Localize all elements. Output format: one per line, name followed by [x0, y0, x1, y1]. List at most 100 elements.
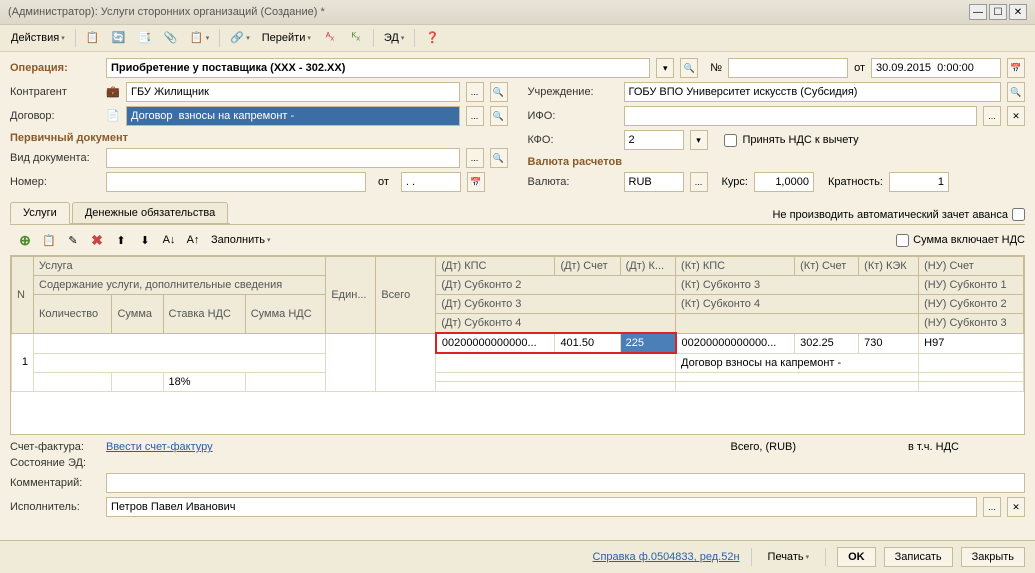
cell-dt-k[interactable]: 225: [620, 333, 675, 353]
fill-menu[interactable]: Заполнить ▾: [206, 231, 276, 249]
comment-input[interactable]: [106, 473, 1025, 493]
table-row[interactable]: 1 00200000000000... 401.50 225 002000000…: [12, 333, 1024, 353]
tool-7-icon[interactable]: ᴬₓ: [318, 28, 342, 48]
navigate-menu[interactable]: Перейти ▾: [257, 29, 316, 47]
tab-obligations[interactable]: Денежные обязательства: [72, 202, 228, 223]
print-menu[interactable]: Печать ▾: [763, 548, 815, 566]
col-service: Услуга: [34, 257, 326, 276]
executor-input[interactable]: [106, 497, 977, 517]
doc-type-select[interactable]: ...: [466, 148, 484, 168]
main-toolbar: Действия ▾ 📋 🔄 📑 📎 📋▾ 🔗▾ Перейти ▾ ᴬₓ ᴷₓ…: [0, 25, 1035, 52]
tab-services[interactable]: Услуги: [10, 202, 70, 224]
kfo-dropdown[interactable]: ▾: [690, 130, 708, 150]
cell-dt-kps[interactable]: 00200000000000...: [436, 333, 555, 353]
contractor-select[interactable]: ...: [466, 82, 484, 102]
copy-row-icon[interactable]: 📋: [38, 229, 60, 251]
institution-label: Учреждение:: [528, 86, 618, 98]
number-date-picker[interactable]: 📅: [467, 172, 485, 192]
table-area[interactable]: N Услуга Един... Всего (Дт) КПС (Дт) Сче…: [10, 255, 1025, 435]
number-input[interactable]: [106, 172, 366, 192]
save-button[interactable]: Записать: [884, 547, 953, 567]
title-bar: (Администратор): Услуги сторонних органи…: [0, 0, 1035, 25]
edit-row-icon[interactable]: ✎: [62, 229, 84, 251]
tool-3-icon[interactable]: 📑: [133, 28, 157, 48]
cell-kt-kps[interactable]: 00200000000000...: [676, 333, 795, 353]
currency-select[interactable]: ...: [690, 172, 708, 192]
tool-8-icon[interactable]: ᴷₓ: [344, 28, 368, 48]
move-up-icon[interactable]: ⬆: [110, 229, 132, 251]
institution-input[interactable]: [624, 82, 1002, 102]
kfo-input[interactable]: [624, 130, 684, 150]
cell-nu-account[interactable]: Н97: [919, 333, 1024, 353]
ifo-clear[interactable]: ✕: [1007, 106, 1025, 126]
executor-select[interactable]: ...: [983, 497, 1001, 517]
cell-kt-account[interactable]: 302.25: [795, 333, 859, 353]
help-icon[interactable]: ❓: [420, 28, 444, 48]
no-auto-offset-checkbox[interactable]: [1012, 208, 1025, 221]
window-title: (Администратор): Услуги сторонних органи…: [8, 6, 325, 18]
contractor-search[interactable]: 🔍: [490, 82, 508, 102]
tool-1-icon[interactable]: 📋: [81, 28, 105, 48]
multiplicity-label: Кратность:: [828, 176, 883, 188]
multiplicity-input[interactable]: [889, 172, 949, 192]
tool-2-icon[interactable]: 🔄: [107, 28, 131, 48]
comment-label: Комментарий:: [10, 477, 100, 489]
delete-row-icon[interactable]: ✖: [86, 229, 108, 251]
col-n: N: [12, 257, 34, 334]
col-nu-account: (НУ) Счет: [919, 257, 1024, 276]
rate-input[interactable]: [754, 172, 814, 192]
executor-clear[interactable]: ✕: [1007, 497, 1025, 517]
add-row-icon[interactable]: ⊕: [14, 229, 36, 251]
currency-input[interactable]: [624, 172, 684, 192]
number-from-label: от: [378, 176, 389, 188]
ifo-select[interactable]: ...: [983, 106, 1001, 126]
close-button[interactable]: Закрыть: [961, 547, 1025, 567]
institution-search[interactable]: 🔍: [1007, 82, 1025, 102]
cell-n[interactable]: 1: [12, 333, 34, 391]
col-vat-sum: Сумма НДС: [245, 295, 326, 334]
sort-asc-icon[interactable]: A↓: [158, 229, 180, 251]
operation-search[interactable]: 🔍: [680, 58, 698, 78]
col-dt-sub2: (Дт) Субконто 2: [436, 276, 676, 295]
col-unit: Един...: [326, 257, 376, 334]
contractor-input[interactable]: [126, 82, 460, 102]
cell-dt-account[interactable]: 401.50: [555, 333, 620, 353]
cell-kt-sub3[interactable]: Договор взносы на капремонт -: [676, 353, 919, 372]
accept-vat-checkbox[interactable]: [724, 134, 737, 147]
invoice-link[interactable]: Ввести счет-фактуру: [106, 441, 213, 453]
operation-dropdown[interactable]: ▾: [656, 58, 674, 78]
num-input[interactable]: [728, 58, 848, 78]
tabs: Услуги Денежные обязательства: [10, 202, 230, 224]
ref-link[interactable]: Справка ф.0504833, ред.52н: [593, 551, 740, 563]
move-down-icon[interactable]: ⬇: [134, 229, 156, 251]
sum-includes-vat-checkbox[interactable]: [896, 234, 909, 247]
ok-button[interactable]: OK: [837, 547, 876, 567]
operation-input[interactable]: [106, 58, 650, 78]
col-total: Всего: [376, 257, 436, 334]
no-auto-offset-label: Не производить автоматический зачет аван…: [772, 209, 1008, 221]
contract-input[interactable]: [126, 106, 460, 126]
close-window-button[interactable]: ✕: [1009, 4, 1027, 20]
vat-total-label: в т.ч. НДС: [908, 441, 959, 453]
cell-vat-rate[interactable]: 18%: [163, 372, 245, 391]
date-input[interactable]: [871, 58, 1001, 78]
minimize-button[interactable]: —: [969, 4, 987, 20]
tool-6-icon[interactable]: 🔗▾: [225, 28, 255, 48]
col-sum: Сумма: [112, 295, 163, 334]
cell-kt-kek[interactable]: 730: [859, 333, 919, 353]
doc-type-input[interactable]: [106, 148, 460, 168]
contract-select[interactable]: ...: [466, 106, 484, 126]
sort-desc-icon[interactable]: A↑: [182, 229, 204, 251]
contract-search[interactable]: 🔍: [490, 106, 508, 126]
tool-5-icon[interactable]: 📋▾: [185, 28, 215, 48]
actions-menu[interactable]: Действия ▾: [6, 29, 70, 47]
number-date-input[interactable]: [401, 172, 461, 192]
tool-4-icon[interactable]: 📎: [159, 28, 183, 48]
ifo-input[interactable]: [624, 106, 978, 126]
maximize-button[interactable]: ☐: [989, 4, 1007, 20]
doc-type-search[interactable]: 🔍: [490, 148, 508, 168]
ed-menu[interactable]: ЭД ▾: [379, 29, 410, 47]
services-grid: N Услуга Един... Всего (Дт) КПС (Дт) Сче…: [11, 256, 1024, 392]
col-kt-kek: (Кт) КЭК: [859, 257, 919, 276]
date-picker-icon[interactable]: 📅: [1007, 58, 1025, 78]
